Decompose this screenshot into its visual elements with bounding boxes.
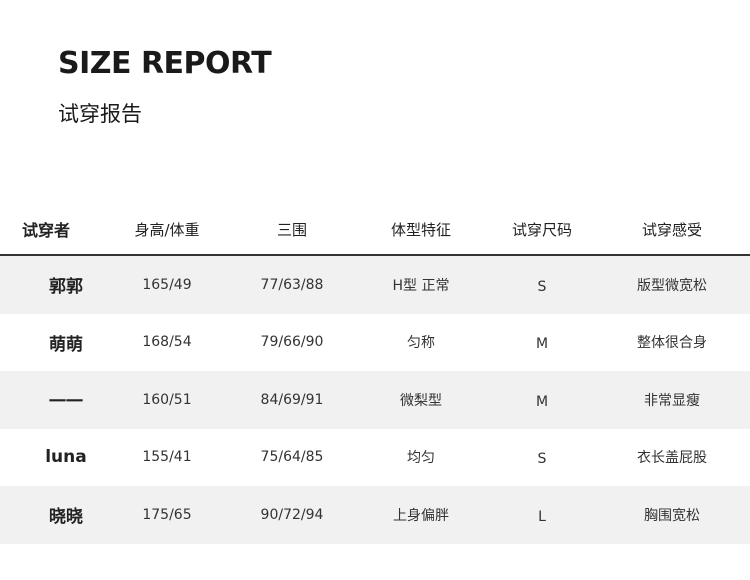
- table-row: 萌萌 168/54 79/66/90 匀称 M 整体很合身: [0, 314, 750, 372]
- tester-name: luna: [45, 447, 87, 468]
- tried-size: S: [537, 278, 547, 295]
- tester-name: 萌萌: [49, 334, 83, 355]
- tried-size: L: [538, 508, 546, 525]
- tried-size: S: [537, 451, 547, 468]
- height-weight: 168/54: [142, 334, 192, 351]
- fit-feeling: 非常显瘦: [644, 392, 700, 409]
- body-type: H型 正常: [392, 277, 450, 294]
- measurements: 75/64/85: [260, 449, 324, 466]
- column-header-height-weight: 身高/体重: [134, 220, 200, 239]
- height-weight: 160/51: [142, 391, 192, 408]
- tried-size: M: [535, 393, 549, 410]
- table-row: 一一 160/51 84/69/91 微梨型 M 非常显瘦: [0, 371, 750, 429]
- body-type: 匀称: [407, 335, 435, 352]
- body-type: 均匀: [407, 450, 435, 467]
- tester-name: 郭郭: [49, 277, 83, 298]
- tester-name: 一一: [49, 392, 83, 413]
- measurements: 79/66/90: [260, 334, 324, 351]
- column-header-body-type: 体型特征: [390, 220, 451, 239]
- column-header-measurements: 三围: [276, 220, 307, 239]
- table-header-row: 试穿者 身高/体重 三围 体型特征 试穿尺码 试穿感受: [0, 204, 750, 256]
- measurements: 84/69/91: [260, 391, 324, 408]
- table-row: luna 155/41 75/64/85 均匀 S 衣长盖屁股: [0, 429, 750, 487]
- fit-feeling: 版型微宽松: [637, 277, 707, 294]
- table-row: 郭郭 165/49 77/63/88 H型 正常 S 版型微宽松: [0, 256, 750, 314]
- measurements: 90/72/94: [260, 506, 324, 523]
- size-report-table: 试穿者 身高/体重 三围 体型特征 试穿尺码 试穿感受 郭郭 165/49 77…: [0, 204, 750, 544]
- fit-feeling: 衣长盖屁股: [637, 450, 707, 467]
- table-row: 晓晓 175/65 90/72/94 上身偏胖 L 胸围宽松: [0, 486, 750, 544]
- tester-name: 晓晓: [49, 507, 83, 528]
- body-type: 上身偏胖: [393, 507, 449, 524]
- height-weight: 175/65: [142, 506, 192, 523]
- report-title: SIZE REPORT: [58, 46, 272, 81]
- body-type: 微梨型: [400, 392, 442, 409]
- fit-feeling: 胸围宽松: [644, 507, 700, 524]
- column-header-size: 试穿尺码: [511, 220, 572, 239]
- tried-size: M: [535, 336, 549, 353]
- fit-feeling: 整体很合身: [637, 335, 707, 352]
- height-weight: 155/41: [142, 449, 192, 466]
- column-header-feeling: 试穿感受: [641, 220, 702, 239]
- measurements: 77/63/88: [260, 276, 324, 293]
- report-subtitle: 试穿报告: [58, 102, 142, 126]
- column-header-tester: 试穿者: [22, 221, 71, 240]
- height-weight: 165/49: [142, 276, 192, 293]
